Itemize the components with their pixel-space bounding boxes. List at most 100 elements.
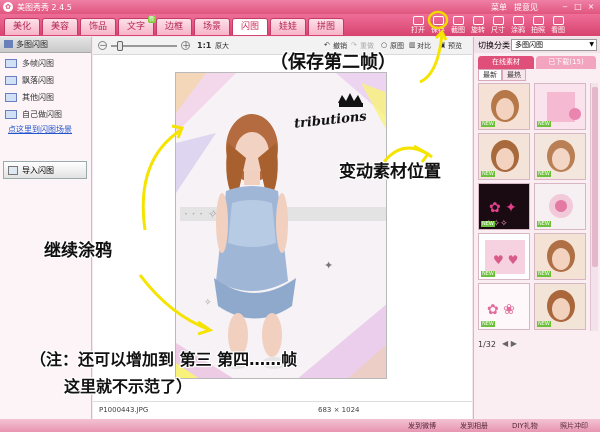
diy-gift-button[interactable]: DIY礼物 [512, 421, 538, 431]
resize-label: 尺寸 [491, 26, 505, 34]
category-bar: 切换分类 多图闪图 ▼ [474, 37, 600, 53]
open-label: 打开 [411, 26, 425, 34]
svg-text:✿ ❀: ✿ ❀ [487, 302, 515, 318]
sidebar-item-label: 多帧闪图 [22, 59, 54, 68]
camera-label: 拍照 [531, 26, 545, 34]
material-thumbnail[interactable]: NEW [478, 133, 530, 180]
material-thumbnail[interactable]: NEW [534, 283, 586, 330]
sidebar-item-multi-frame[interactable]: 多帧闪图 [0, 55, 91, 72]
category-select[interactable]: 多图闪图 ▼ [511, 39, 597, 51]
right-panel: 切换分类 多图闪图 ▼ 在线素材 已下载(15) 最新 最热 NEW NEW N… [473, 37, 600, 419]
preview-button[interactable]: 预览 [448, 41, 462, 51]
open-button[interactable]: 打开 [408, 15, 428, 37]
new-badge: 新 [148, 16, 156, 23]
pager-arrows-icon[interactable]: ◀ ▶ [502, 339, 517, 348]
camera-icon [532, 16, 544, 25]
bottom-bar: 发到微博 发到相册 DIY礼物 照片冲印 [0, 419, 600, 432]
sidebar-item-other[interactable]: 其他闪图 [0, 89, 91, 106]
minimize-icon[interactable]: ‒ [560, 2, 570, 11]
flash-scene-link[interactable]: 点这里到闪图场景 [0, 123, 91, 137]
material-thumbnail[interactable]: ✿ ❀ NEW [478, 283, 530, 330]
material-thumbnail[interactable]: NEW [534, 133, 586, 180]
doodle-button[interactable]: 涂鸦 [508, 15, 528, 37]
page-indicator: 1/32 [478, 340, 496, 349]
new-badge: NEW [481, 321, 495, 327]
photo-print-button[interactable]: 照片冲印 [560, 421, 588, 431]
tab-flash[interactable]: 闪图 [232, 18, 268, 35]
material-thumbnail[interactable]: NEW [534, 233, 586, 280]
sidebar-item-custom[interactable]: 自己做闪图 [0, 106, 91, 123]
rotate-button[interactable]: 旋转 [468, 15, 488, 37]
tab-text-label: 文字 [126, 22, 145, 32]
app-title: 美图秀秀 2.4.5 [17, 3, 72, 12]
close-icon[interactable]: × [586, 2, 596, 11]
tab-online-materials[interactable]: 在线素材 [478, 56, 534, 69]
resize-button[interactable]: 尺寸 [488, 15, 508, 37]
preview-icon[interactable]: ▣ [439, 41, 446, 49]
falling-icon [5, 76, 17, 85]
material-thumbnail[interactable]: NEW [534, 183, 586, 230]
viewer-button[interactable]: 看图 [548, 15, 568, 37]
save-button[interactable]: 保存 [428, 15, 448, 37]
import-icon [8, 166, 18, 175]
zoom-in-button[interactable]: ＋ [181, 41, 190, 50]
share-album-button[interactable]: 发到相册 [460, 421, 488, 431]
camera-button[interactable]: 拍照 [528, 15, 548, 37]
import-flash-button[interactable]: 导入闪图 [3, 161, 87, 179]
rotate-icon [472, 16, 484, 25]
save-label: 保存 [431, 26, 445, 34]
tab-downloaded[interactable]: 已下载(15) [536, 56, 596, 69]
zoom-out-button[interactable]: － [98, 41, 107, 50]
tab-collage[interactable]: 拼图 [308, 18, 344, 35]
tab-scenes[interactable]: 场景 [194, 18, 230, 35]
resize-icon [492, 16, 504, 25]
viewer-label: 看图 [551, 26, 565, 34]
material-scrollbar[interactable] [590, 83, 598, 331]
left-panel-title: 多图闪图 [16, 40, 48, 49]
maximize-icon[interactable]: □ [573, 2, 583, 11]
material-thumbnail[interactable]: ✿ ✦ ✧✧✧ NEW [478, 183, 530, 230]
screenshot-label: 截图 [451, 26, 465, 34]
status-filename: P1000443.JPG [99, 406, 149, 414]
material-thumbnail[interactable]: ♥ ♥ NEW [478, 233, 530, 280]
category-select-value: 多图闪图 [515, 41, 543, 49]
menu-button[interactable]: 菜单 [491, 2, 507, 13]
doodle-label: 涂鸦 [511, 26, 525, 34]
zoom-slider-thumb[interactable] [117, 41, 123, 51]
feedback-button[interactable]: 提意见 [514, 2, 538, 13]
new-badge: NEW [537, 221, 551, 227]
tab-dolls[interactable]: 娃娃 [270, 18, 306, 35]
screenshot-button[interactable]: 截图 [448, 15, 468, 37]
svg-text:✦: ✦ [324, 259, 333, 272]
sparkle-icon [5, 93, 17, 102]
scrollbar-thumb[interactable] [592, 87, 598, 267]
annotation-note-line2: 这里就不示范了） [64, 377, 193, 396]
tab-text[interactable]: 文字 新 [118, 16, 156, 35]
tab-beautify[interactable]: 美化 [4, 18, 40, 35]
compare-icon[interactable]: ▥ [409, 41, 416, 49]
share-weibo-button[interactable]: 发到微博 [408, 421, 436, 431]
app-logo-icon: ✿ [3, 2, 13, 12]
material-thumbnail[interactable]: NEW [478, 83, 530, 130]
photo-canvas[interactable]: · · · ✧ ✧ ✦ ✧ ✦ ✧ ✦ [175, 72, 387, 379]
subtab-newest[interactable]: 最新 [478, 69, 502, 81]
annotation-save-frame: （保存第二帧） [270, 52, 396, 73]
compare-button[interactable]: 对比 [417, 41, 431, 51]
tab-beauty[interactable]: 美容 [42, 18, 78, 35]
tab-frames[interactable]: 边框 [156, 18, 192, 35]
svg-text:♥ ♥: ♥ ♥ [493, 253, 518, 267]
tab-accessories[interactable]: 饰品 [80, 18, 116, 35]
left-panel-header[interactable]: 多图闪图 [0, 37, 91, 53]
original-size-button[interactable]: 原大 [215, 41, 229, 51]
material-thumbnail[interactable]: NEW [534, 83, 586, 130]
new-badge: NEW [537, 321, 551, 327]
edit-icon [5, 110, 17, 119]
new-badge: NEW [481, 121, 495, 127]
scissors-icon [452, 16, 464, 25]
grid-icon [4, 40, 13, 48]
subtab-hottest[interactable]: 最热 [502, 69, 526, 81]
sidebar-item-falling[interactable]: 飘落闪图 [0, 72, 91, 89]
zoom-level: 1:1 [197, 41, 212, 50]
svg-text:✿ ✦: ✿ ✦ [489, 200, 517, 216]
material-grid: NEW NEW NEW NEW ✿ ✦ ✧✧✧ NEW NEW ♥ ♥ NEW … [478, 83, 588, 330]
